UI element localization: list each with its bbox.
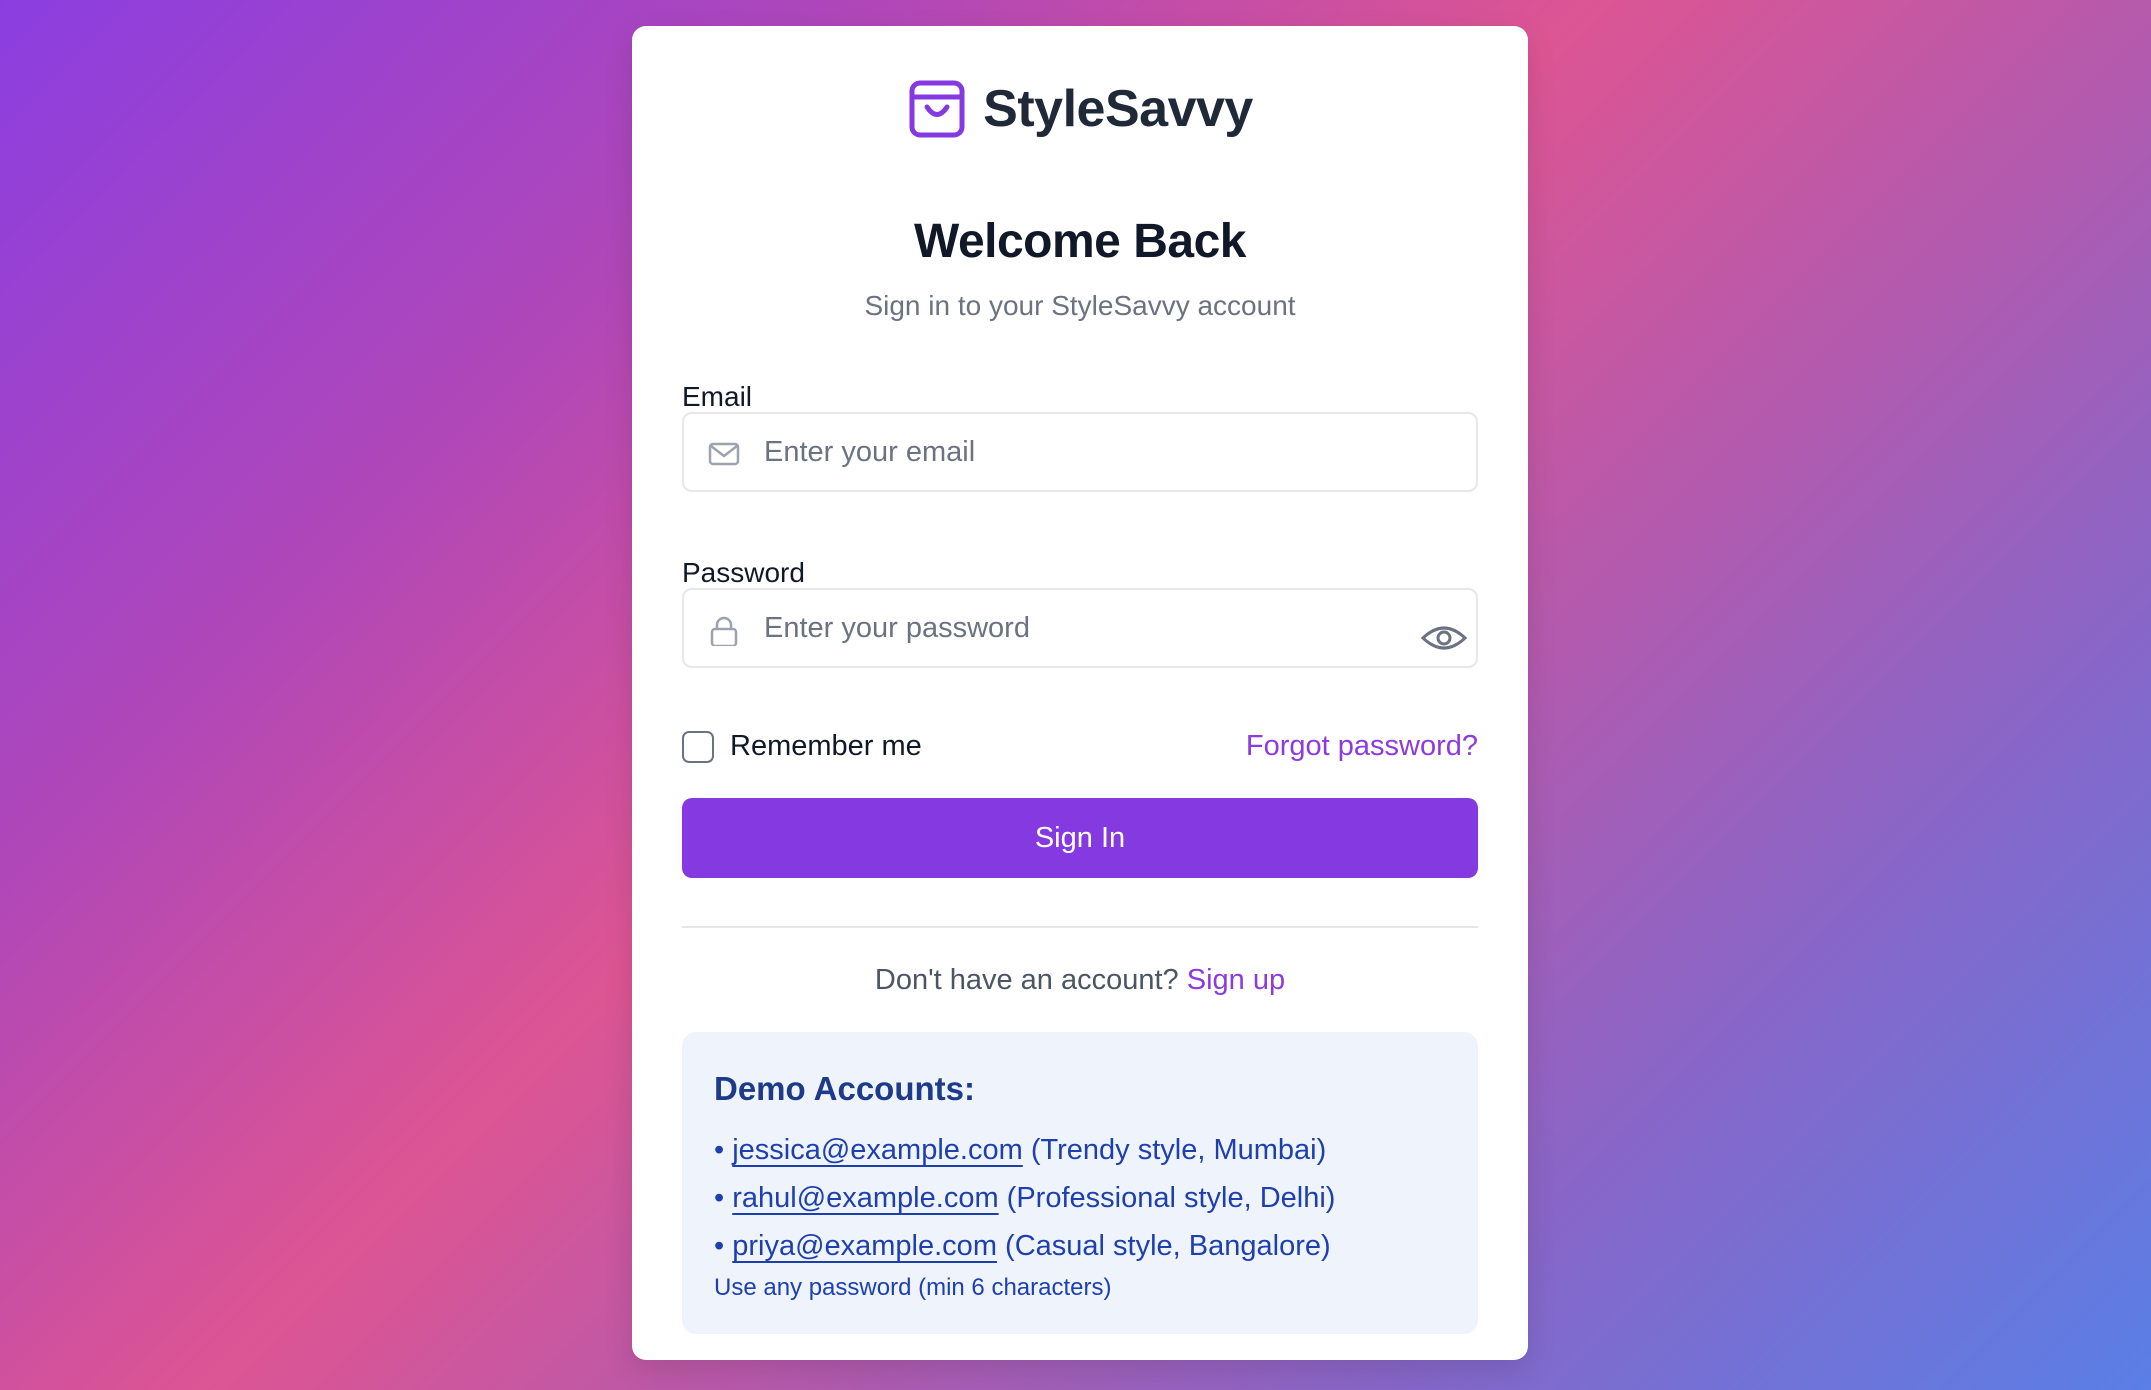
remember-label: Remember me <box>730 730 922 762</box>
login-card: StyleSavvy Welcome Back Sign in to your … <box>632 26 1528 1360</box>
bullet: • <box>714 1134 725 1166</box>
password-input[interactable] <box>764 590 1364 666</box>
demo-accounts-panel: Demo Accounts: • jessica@example.com (Tr… <box>682 1032 1478 1334</box>
bullet: • <box>714 1230 725 1262</box>
remember-me[interactable]: Remember me <box>682 730 922 763</box>
signup-prompt: Don't have an account? <box>874 964 1179 996</box>
mail-icon <box>708 442 740 466</box>
demo-account-desc: (Professional style, Delhi) <box>1006 1182 1336 1214</box>
demo-account-desc: (Trendy style, Mumbai) <box>1030 1134 1327 1166</box>
demo-email-link[interactable]: priya@example.com <box>732 1230 997 1262</box>
divider <box>682 926 1478 928</box>
demo-email-link[interactable]: jessica@example.com <box>732 1134 1023 1166</box>
signup-line: Don't have an account? Sign up <box>682 964 1478 997</box>
demo-account-row: • jessica@example.com (Trendy style, Mum… <box>714 1134 1326 1167</box>
email-label: Email <box>682 381 753 412</box>
password-label: Password <box>682 557 805 588</box>
password-field-wrapper <box>682 588 1478 668</box>
demo-account-row: • rahul@example.com (Professional style,… <box>714 1182 1335 1215</box>
form-area: Email Password Remember me Forgot pas <box>682 26 1478 1360</box>
demo-account-desc: (Casual style, Bangalore) <box>1005 1230 1331 1262</box>
signup-link[interactable]: Sign up <box>1187 964 1285 996</box>
email-input[interactable] <box>764 414 1364 490</box>
bullet: • <box>714 1182 725 1214</box>
demo-title: Demo Accounts: <box>714 1070 975 1107</box>
remember-checkbox[interactable] <box>682 730 714 763</box>
lock-icon <box>710 616 738 646</box>
demo-note: Use any password (min 6 characters) <box>714 1274 1112 1301</box>
forgot-password-link[interactable]: Forgot password? <box>1246 730 1478 763</box>
demo-account-row: • priya@example.com (Casual style, Banga… <box>714 1230 1331 1263</box>
demo-email-link[interactable]: rahul@example.com <box>732 1182 998 1214</box>
sign-in-button[interactable]: Sign In <box>682 798 1478 878</box>
email-field-wrapper <box>682 412 1478 492</box>
eye-icon[interactable] <box>1420 618 1468 658</box>
